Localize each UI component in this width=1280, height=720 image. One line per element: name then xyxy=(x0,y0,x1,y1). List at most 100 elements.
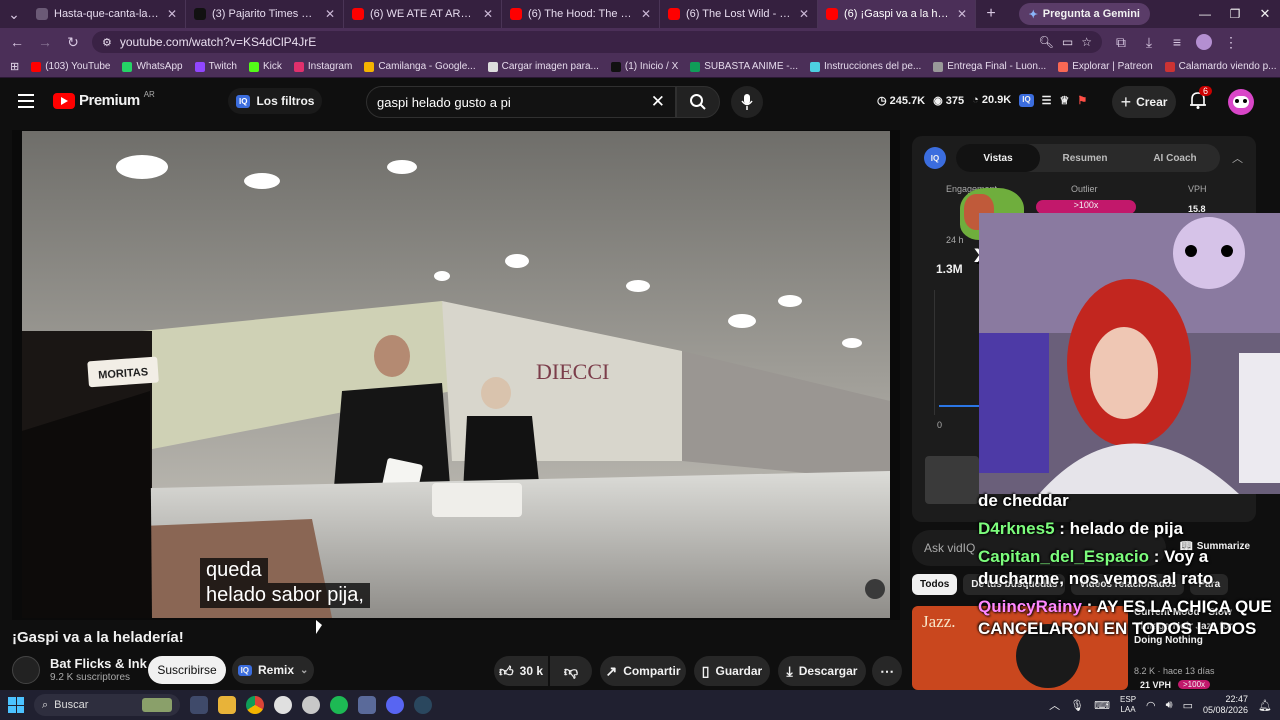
zoom-icon[interactable]: 🔍︎ xyxy=(1039,35,1054,49)
taskbar-search[interactable]: ⌕ Buscar xyxy=(34,694,180,716)
tab-close-icon[interactable]: ✕ xyxy=(957,7,967,21)
language-indicator[interactable]: ESP LAA xyxy=(1120,695,1136,715)
like-button[interactable]: 👍︎ 30 k xyxy=(494,656,548,686)
notification-center-icon[interactable]: 🔔︎ xyxy=(1258,699,1272,712)
tab-close-icon[interactable]: ✕ xyxy=(325,7,335,21)
app-icon[interactable] xyxy=(358,696,376,714)
browser-menu-icon[interactable]: ⋮ xyxy=(1222,34,1240,51)
forward-icon[interactable]: → xyxy=(36,34,54,50)
profile-avatar[interactable] xyxy=(1196,34,1212,50)
related-mini-thumbnail[interactable] xyxy=(925,456,979,504)
bookmark-item[interactable]: Camilanga - Google... xyxy=(364,61,476,72)
vidiq-badge-icon[interactable]: IQ xyxy=(1019,94,1034,107)
bookmark-item[interactable]: SUBASTA ANIME -... xyxy=(690,61,798,72)
tab-close-icon[interactable]: ✕ xyxy=(799,7,809,21)
bookmark-item[interactable]: Instagram xyxy=(293,61,352,72)
discord-icon[interactable] xyxy=(386,696,404,714)
spotify-icon[interactable] xyxy=(330,696,348,714)
battery-icon[interactable]: ▭ xyxy=(1183,699,1193,712)
tab-close-icon[interactable]: ✕ xyxy=(641,7,651,21)
microphone-tray-icon[interactable]: 🎙︎ xyxy=(1070,699,1084,712)
more-actions-button[interactable]: ⋯ xyxy=(872,656,902,686)
alert-icon[interactable]: ⚑ xyxy=(1077,94,1087,107)
video-frame[interactable]: DIECCI MORITAS xyxy=(22,131,890,618)
account-avatar[interactable] xyxy=(1228,89,1254,115)
download-icon[interactable]: ⤓ xyxy=(1140,34,1158,51)
omnibox[interactable]: ⚙ youtube.com/watch?v=KS4dClP4JrE 🔍︎ ▭ ☆ xyxy=(92,31,1102,53)
file-explorer-icon[interactable] xyxy=(218,696,236,714)
browser-tab[interactable]: (3) Pajarito Times X en X: "Algu ✕ xyxy=(186,0,344,28)
ceiling-light xyxy=(434,271,450,281)
tab-search-icon[interactable]: ⌄ xyxy=(0,6,28,23)
url-text[interactable]: youtube.com/watch?v=KS4dClP4JrE xyxy=(120,35,316,49)
bookmark-item[interactable]: (103) YouTube xyxy=(31,61,110,72)
bookmark-item[interactable]: Cargar imagen para... xyxy=(487,61,599,72)
new-tab-button[interactable]: + xyxy=(976,5,1006,23)
share-button[interactable]: ↗ Compartir xyxy=(600,656,686,686)
tab-close-icon[interactable]: ✕ xyxy=(167,7,177,21)
subscribe-button[interactable]: Suscribirse xyxy=(148,656,226,684)
windows-start-icon[interactable] xyxy=(8,697,24,713)
hamburger-menu-icon[interactable] xyxy=(18,94,34,108)
chrome-icon[interactable] xyxy=(246,696,264,714)
minimize-icon[interactable]: — xyxy=(1190,7,1220,21)
voice-search-button[interactable] xyxy=(731,86,763,118)
keyboard-icon[interactable]: ⌨ xyxy=(1094,699,1110,712)
bookmark-item[interactable]: Entrega Final - Luon... xyxy=(933,61,1046,72)
notifications-button[interactable]: 6 xyxy=(1188,86,1213,114)
clear-search-icon[interactable]: ✕ xyxy=(651,92,665,112)
tab-ai-coach[interactable]: AI Coach xyxy=(1130,144,1220,172)
copilot-icon[interactable] xyxy=(190,696,208,714)
cast-icon[interactable]: ▭ xyxy=(1062,35,1073,49)
bookmark-item[interactable]: Kick xyxy=(248,61,282,72)
volume-icon[interactable]: 🔊︎ xyxy=(1166,699,1173,712)
tab-title: (3) Pajarito Times X en X: "Algu xyxy=(212,8,319,20)
create-button[interactable]: + Crear xyxy=(1112,86,1176,118)
bookmark-item[interactable]: Calamardo viendo p... xyxy=(1164,61,1276,72)
tab-close-icon[interactable]: ✕ xyxy=(483,7,493,21)
site-info-icon[interactable]: ⚙ xyxy=(102,36,112,49)
obs-icon[interactable] xyxy=(274,696,292,714)
gemini-button[interactable]: ✦ Pregunta a Gemini xyxy=(1018,3,1150,25)
filters-button[interactable]: IQ Los filtros xyxy=(228,88,323,114)
clock[interactable]: 22:47 05/08/2026 xyxy=(1203,694,1248,716)
search-button[interactable] xyxy=(676,86,720,118)
youtube-logo[interactable]: Premium AR xyxy=(53,90,155,109)
collapse-icon[interactable]: ︿ xyxy=(1232,150,1243,166)
download-button[interactable]: ⤓ Descargar xyxy=(778,656,866,686)
steam-icon[interactable] xyxy=(414,696,432,714)
tab-summary[interactable]: Resumen xyxy=(1040,144,1130,172)
dislike-button[interactable]: 👎︎ xyxy=(550,656,592,686)
maximize-icon[interactable]: ❐ xyxy=(1220,7,1250,21)
save-button[interactable]: ▯ Guardar xyxy=(694,656,770,686)
bookmark-item[interactable]: Instrucciones del pe... xyxy=(809,61,921,72)
apps-icon[interactable]: ⊞ xyxy=(10,60,19,73)
bookmark-item[interactable]: (1) Inicio / X xyxy=(610,61,678,72)
bookmark-item[interactable]: Explorar | Patreon xyxy=(1058,61,1153,72)
reload-icon[interactable]: ↻ xyxy=(64,34,82,51)
browser-tab[interactable]: (6) The Hood: The World is His ✕ xyxy=(502,0,660,28)
back-icon[interactable]: ← xyxy=(8,34,26,50)
search-input[interactable]: gaspi helado gusto a pi ✕ xyxy=(366,86,676,118)
wifi-icon[interactable]: ◠ xyxy=(1146,699,1156,712)
bookmark-star-icon[interactable]: ☆ xyxy=(1081,35,1092,49)
browser-tab[interactable]: (6) ¡Gaspi va a la heladería! ✕ xyxy=(818,0,976,28)
chip-all[interactable]: Todos xyxy=(912,574,958,595)
remix-button[interactable]: IQ Remix ⌄ xyxy=(232,656,314,684)
close-window-icon[interactable]: ✕ xyxy=(1250,6,1280,22)
channel-avatar[interactable] xyxy=(12,656,40,684)
tray-expand-icon[interactable]: ︿ xyxy=(1049,697,1060,713)
browser-tab[interactable]: (6) The Lost Wild - Official Gam ✕ xyxy=(660,0,818,28)
channel-name[interactable]: Bat Flicks & Ink xyxy=(50,656,147,671)
tab-views[interactable]: Vistas xyxy=(956,144,1040,172)
media-icon[interactable]: ≡ xyxy=(1168,34,1186,50)
bookmark-item[interactable]: WhatsApp xyxy=(122,61,183,72)
extension-icon[interactable]: ⧉ xyxy=(1112,34,1130,51)
ceiling-light xyxy=(728,314,756,328)
bookmark-item[interactable]: Twitch xyxy=(194,61,237,72)
settings-gear-icon[interactable] xyxy=(302,696,320,714)
browser-tab[interactable]: Hasta-que-canta-la-gorda.jpg ✕ xyxy=(28,0,186,28)
trophy-icon[interactable]: ♕ xyxy=(1060,94,1070,107)
browser-tab[interactable]: (6) WE ATE AT ARGENTINA'S M ✕ xyxy=(344,0,502,28)
list-icon[interactable]: ☰ xyxy=(1042,94,1052,107)
